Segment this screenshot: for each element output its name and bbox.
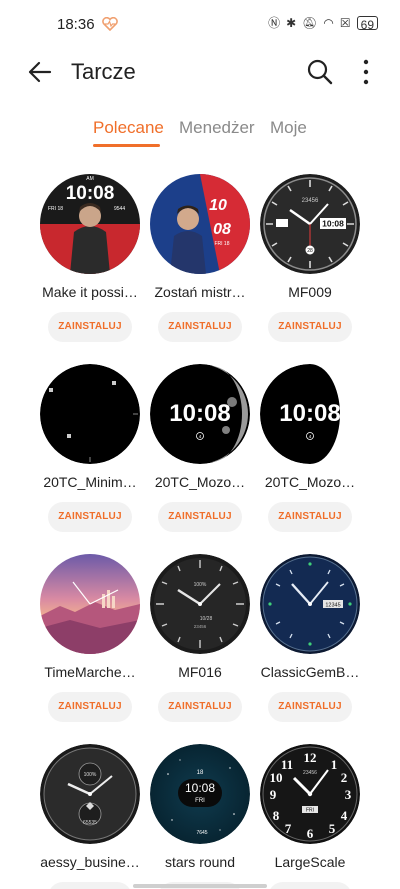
- watch-face-name: MF016: [178, 664, 222, 680]
- wifi-icon: ◠: [323, 16, 334, 30]
- svg-text:7: 7: [285, 821, 292, 836]
- tab-polecane[interactable]: Polecane: [93, 118, 164, 138]
- watch-face-preview[interactable]: 12345: [260, 554, 360, 654]
- watch-face-preview[interactable]: 10 08 FRI 18: [150, 174, 250, 274]
- watch-face-preview[interactable]: 18 10:08 FRI 7645: [150, 744, 250, 844]
- svg-text:8: 8: [273, 808, 280, 823]
- watch-face-name: Make it possi…: [42, 284, 138, 300]
- svg-text:11: 11: [281, 757, 293, 772]
- face-date: 10/28: [200, 616, 213, 622]
- watch-face-name: 20TC_Mozo…: [154, 474, 246, 490]
- active-tab-indicator: [93, 144, 160, 147]
- install-button[interactable]: ZAINSTALUJ: [48, 692, 132, 722]
- face-time: 10:08: [169, 400, 230, 427]
- face-time: 10:08: [185, 781, 215, 795]
- watch-face-name: stars round: [164, 854, 236, 870]
- watch-face-name: LargeScale: [274, 854, 346, 870]
- watch-face-preview[interactable]: 100% 65535: [40, 744, 140, 844]
- watch-face-preview[interactable]: AM 10:08 FRI 18 9544: [40, 174, 140, 274]
- svg-text:6: 6: [307, 826, 314, 841]
- face-steps: 23456: [303, 770, 317, 776]
- watch-face-preview[interactable]: 10:08 4: [150, 364, 250, 464]
- face-date: FRI 18: [48, 206, 63, 212]
- watch-face-preview[interactable]: 23456 10:08 28: [260, 174, 360, 274]
- install-button[interactable]: ZAINSTALUJ: [268, 312, 352, 342]
- tab-bar: Polecane Menedżer Moje: [0, 118, 400, 154]
- face-steps: 23456: [302, 198, 319, 204]
- face-steps: 23456: [194, 624, 207, 629]
- install-button[interactable]: ZAINSTALUJ: [268, 502, 352, 532]
- watch-face-name: aessy_busine…: [40, 854, 140, 870]
- install-button[interactable]: ZAINSTALUJ: [268, 882, 352, 889]
- face-weekday: FRI: [195, 798, 205, 804]
- face-date: FRI 18: [214, 241, 229, 247]
- watch-face-name: ClassicGemB…: [260, 664, 360, 680]
- health-heart-icon: [102, 17, 118, 31]
- face-time: 10:08: [66, 183, 115, 204]
- svg-text:10: 10: [270, 770, 283, 785]
- svg-text:9: 9: [270, 787, 277, 802]
- face-hour: 10: [209, 197, 227, 214]
- watch-face-name: 20TC_Minim…: [43, 474, 137, 490]
- watch-face-preview[interactable]: 100% 10/28 23456: [150, 554, 250, 654]
- face-day: 18: [197, 770, 204, 776]
- svg-text:4: 4: [341, 808, 348, 823]
- mute-icon: 🔕︎: [302, 16, 318, 30]
- install-button[interactable]: ZAINSTALUJ: [48, 502, 132, 532]
- install-button[interactable]: ZAINSTALUJ: [268, 692, 352, 722]
- page-title: Tarcze: [71, 59, 136, 84]
- svg-text:5: 5: [329, 821, 336, 836]
- install-button[interactable]: ZAINSTALUJ: [158, 502, 242, 532]
- face-steps: 65535: [83, 820, 97, 826]
- status-bar: 18:36 Ⓝ ✱ 🔕︎ ◠ ☒ 69: [0, 0, 400, 48]
- install-button[interactable]: ZAINSTALUJ: [158, 312, 242, 342]
- svg-text:1: 1: [331, 757, 338, 772]
- search-icon[interactable]: [305, 57, 335, 87]
- face-percent: 100%: [84, 772, 97, 778]
- nfc-icon: Ⓝ: [268, 16, 281, 30]
- battery-indicator: 69: [356, 16, 378, 32]
- status-time: 18:36: [57, 16, 95, 33]
- face-steps: 7645: [196, 830, 207, 836]
- install-button[interactable]: ZAINSTALUJ: [48, 312, 132, 342]
- watch-face-name: Zostań mistr…: [154, 284, 246, 300]
- back-arrow-icon[interactable]: [24, 56, 56, 88]
- watch-face-name: TimeMarche…: [44, 664, 136, 680]
- watch-face-preview[interactable]: [40, 554, 140, 654]
- install-button[interactable]: ZAINSTALUJ: [48, 882, 132, 889]
- face-minute: 08: [213, 221, 231, 238]
- face-percent: 100%: [194, 582, 207, 588]
- x-box-icon: ☒: [339, 16, 351, 30]
- watch-face-preview[interactable]: 10:08 4: [260, 364, 360, 464]
- svg-text:2: 2: [341, 770, 348, 785]
- face-date: 12345: [325, 603, 340, 609]
- gesture-navigation-bar: [133, 884, 267, 888]
- watch-face-preview[interactable]: 12 3 6 9 1 2 4 5 7 8 10 11 23456 FRI: [260, 744, 360, 844]
- face-day: 28: [307, 248, 313, 254]
- more-options-icon[interactable]: [355, 56, 377, 88]
- svg-text:3: 3: [345, 787, 352, 802]
- tab-menedzer[interactable]: Menedżer: [179, 118, 255, 138]
- status-icons: Ⓝ ✱ 🔕︎ ◠ ☒ 69: [268, 15, 378, 32]
- face-steps: 9544: [114, 206, 125, 212]
- face-time: 10:08: [322, 219, 344, 229]
- app-bar: Tarcze: [0, 50, 400, 94]
- svg-text:12: 12: [304, 750, 317, 765]
- tab-moje[interactable]: Moje: [270, 118, 307, 138]
- face-top-text: AM: [86, 176, 94, 182]
- watch-face-name: 20TC_Mozo…: [264, 474, 356, 490]
- face-time: 10:08: [279, 400, 340, 427]
- watch-face-name: MF009: [288, 284, 332, 300]
- face-day: FRI: [306, 808, 314, 814]
- install-button[interactable]: ZAINSTALUJ: [158, 692, 242, 722]
- bluetooth-icon: ✱: [286, 16, 297, 30]
- watch-face-preview[interactable]: [40, 364, 140, 464]
